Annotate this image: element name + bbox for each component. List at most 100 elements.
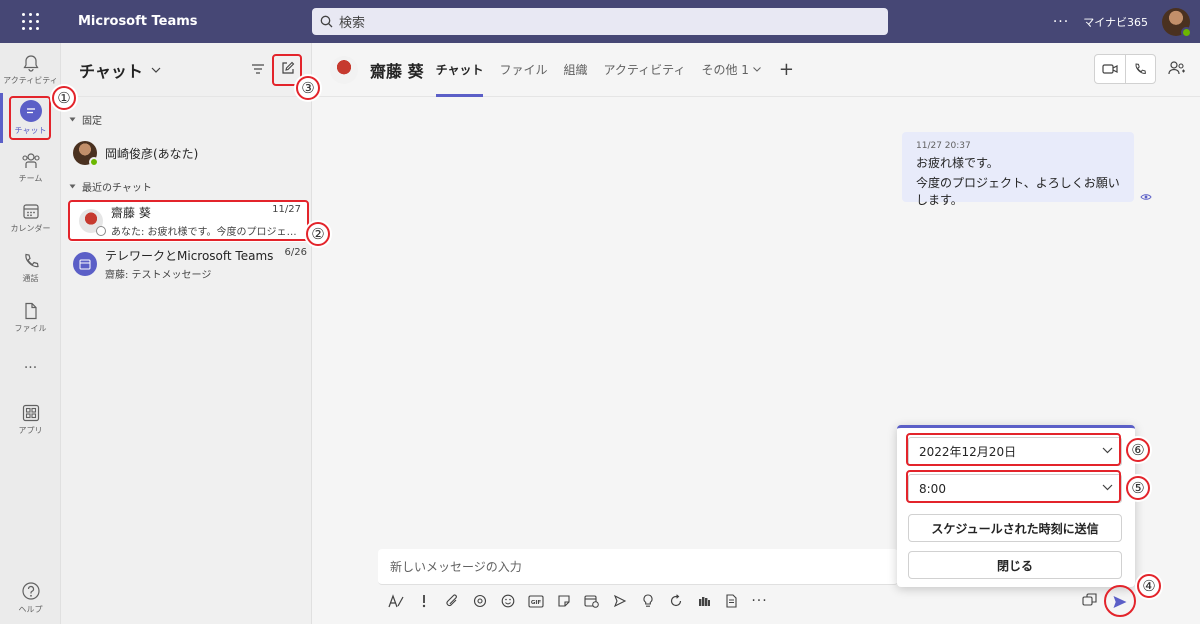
highlight-box <box>906 433 1121 466</box>
format-button[interactable] <box>386 590 405 612</box>
app-rail: アクティビティ チャット チーム カレンダー 通話 ファイル ··· アプリ ヘ… <box>0 43 61 624</box>
rail-label: ファイル <box>14 324 47 333</box>
chat-list-item[interactable]: 岡崎俊彦(あなた) <box>73 132 307 174</box>
presence-available-icon <box>1181 26 1192 38</box>
call-buttons <box>1094 54 1156 84</box>
avatar[interactable] <box>330 55 358 84</box>
chat-list-pane: チャット 固定 岡崎俊彦(あなた) 最近のチャット 齋藤 葵 11/27 あなた:… <box>61 43 312 624</box>
sticker-button[interactable] <box>554 590 573 612</box>
tab-activity[interactable]: アクティビティ <box>604 43 686 97</box>
search-icon <box>320 15 333 28</box>
recent-section-label[interactable]: 最近のチャット <box>69 179 152 194</box>
loop-button[interactable] <box>470 590 489 612</box>
rail-item-activity[interactable]: アクティビティ <box>0 45 61 95</box>
user-avatar[interactable] <box>1162 7 1192 38</box>
pinned-section-label[interactable]: 固定 <box>69 112 102 127</box>
compose-placeholder: 新しいメッセージの入力 <box>390 560 522 574</box>
approvals-button[interactable] <box>694 590 713 612</box>
chat-date: 6/26 <box>284 247 307 258</box>
group-calendar-avatar <box>73 252 97 276</box>
rail-more-apps[interactable]: ··· <box>0 345 61 391</box>
gif-button[interactable]: GIF <box>526 590 545 612</box>
lightbulb-icon <box>642 594 653 607</box>
annotation-number: ③ <box>296 76 320 100</box>
format-icon <box>387 594 404 608</box>
tab-files[interactable]: ファイル <box>499 43 547 97</box>
message-timestamp: 11/27 20:37 <box>916 141 971 151</box>
tab-chat[interactable]: チャット <box>435 43 483 97</box>
attach-button[interactable] <box>442 590 461 612</box>
audio-call-button[interactable] <box>1126 55 1156 83</box>
send-arrow-icon <box>613 594 626 608</box>
rail-label: ヘルプ <box>18 605 43 614</box>
rail-item-teams[interactable]: チーム <box>0 143 61 193</box>
rail-item-apps[interactable]: アプリ <box>0 395 61 445</box>
document-edit-icon <box>726 594 737 608</box>
bell-icon <box>22 55 39 72</box>
close-button[interactable]: 閉じる <box>908 551 1122 579</box>
loop-component-icon[interactable] <box>1082 593 1098 606</box>
phone-icon <box>1135 63 1147 74</box>
waffle-icon <box>21 13 39 30</box>
rail-item-files[interactable]: ファイル <box>0 293 61 343</box>
presence-available-icon <box>89 157 99 167</box>
read-receipt-eye-icon <box>1140 194 1152 200</box>
top-bar: Microsoft Teams 検索 ··· マイナビ365 <box>0 0 1200 43</box>
filter-icon[interactable] <box>251 63 265 75</box>
paperclip-icon <box>445 594 457 607</box>
rail-item-calendar[interactable]: カレンダー <box>0 193 61 243</box>
loop-icon <box>473 594 486 608</box>
hand-icon <box>698 597 710 606</box>
schedule-meeting-button[interactable] <box>582 590 601 612</box>
add-people-icon[interactable] <box>1168 60 1186 76</box>
important-button[interactable] <box>414 590 433 612</box>
calendar-icon <box>22 204 39 219</box>
message-compose-input[interactable]: 新しいメッセージの入力 <box>378 549 898 585</box>
chat-title: 齋藤 葵 <box>370 61 424 81</box>
teams-icon <box>21 153 40 168</box>
more-icon: ··· <box>23 360 38 376</box>
tab-more[interactable]: その他 1 <box>701 43 761 97</box>
more-actions-icon[interactable]: ··· <box>750 590 769 612</box>
add-tab-icon[interactable]: + <box>779 59 794 80</box>
emoji-icon <box>501 594 514 608</box>
rail-item-calls[interactable]: 通話 <box>0 243 61 293</box>
video-camera-icon <box>1102 64 1118 74</box>
gif-icon: GIF <box>527 594 544 608</box>
search-input[interactable]: 検索 <box>312 8 888 35</box>
compose-toolbar: GIF ··· <box>386 590 769 612</box>
avatar <box>73 141 99 167</box>
rail-label: アクティビティ <box>3 76 58 85</box>
ideas-button[interactable] <box>638 590 657 612</box>
praise-button[interactable] <box>610 590 629 612</box>
chat-header: 齋藤 葵 チャット ファイル 組織 アクティビティ その他 1 + <box>312 43 1200 97</box>
calendar-icon <box>79 259 91 270</box>
annotation-number: ⑥ <box>1126 438 1150 462</box>
video-call-button[interactable] <box>1095 55 1126 83</box>
emoji-button[interactable] <box>498 590 517 612</box>
forms-button[interactable] <box>722 590 741 612</box>
user-name: マイナビ365 <box>1083 15 1148 29</box>
rail-label: アプリ <box>18 426 43 435</box>
updates-button[interactable] <box>666 590 685 612</box>
tab-organization[interactable]: 組織 <box>563 43 587 97</box>
rail-label: 通話 <box>22 274 39 283</box>
send-at-scheduled-time-button[interactable]: スケジュールされた時刻に送信 <box>908 514 1122 542</box>
chevron-down-icon <box>753 67 761 72</box>
rail-label: チーム <box>18 174 43 183</box>
highlight-box <box>68 200 309 241</box>
rail-item-help[interactable]: ヘルプ <box>0 573 61 623</box>
more-options-icon[interactable]: ··· <box>1053 14 1069 30</box>
message-bubble[interactable]: 11/27 20:37 お疲れ様です。 今度のプロジェクト、よろしくお願いします… <box>902 132 1134 207</box>
message-text: 今度のプロジェクト、よろしくお願いします。 <box>916 176 1120 207</box>
highlight-box <box>1104 585 1136 617</box>
apps-icon <box>22 404 39 422</box>
calendar-add-icon <box>584 595 599 608</box>
chat-list-title[interactable]: チャット <box>79 58 143 82</box>
chat-name: テレワークとMicrosoft Teams <box>105 249 274 263</box>
chevron-down-icon <box>69 117 76 122</box>
app-launcher-button[interactable] <box>0 0 60 43</box>
chat-list-item[interactable]: テレワークとMicrosoft Teams 6/26 齋藤: テストメッセージ <box>73 243 307 285</box>
app-title: Microsoft Teams <box>78 14 198 29</box>
chevron-down-icon[interactable] <box>151 67 161 73</box>
